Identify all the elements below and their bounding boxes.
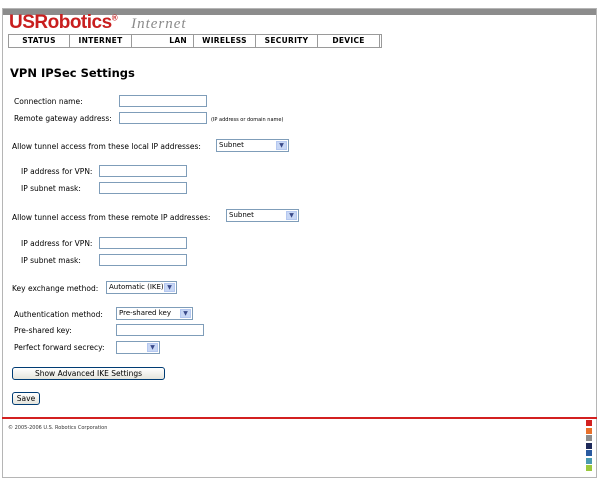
swatch: [586, 450, 592, 456]
remote-gateway-input[interactable]: [119, 112, 207, 124]
preshared-key-label: Pre-shared key:: [14, 326, 72, 335]
footer-divider: [2, 417, 597, 419]
key-exchange-select[interactable]: Automatic (IKE) ▼: [106, 281, 177, 294]
auth-method-label: Authentication method:: [14, 310, 103, 319]
swatch: [586, 442, 592, 449]
tab-internet[interactable]: INTERNET: [70, 35, 132, 47]
remote-ip-input[interactable]: [99, 237, 187, 249]
chevron-down-icon: ▼: [276, 141, 287, 150]
swatch: [586, 465, 592, 471]
connection-name-input[interactable]: [119, 95, 207, 107]
local-ip-label: IP address for VPN:: [21, 167, 93, 176]
chevron-down-icon: ▼: [180, 309, 191, 318]
tab-device[interactable]: DEVICE: [318, 35, 380, 47]
product-name: Internet: [131, 16, 187, 32]
pfs-label: Perfect forward secrecy:: [14, 343, 105, 352]
remote-mask-label: IP subnet mask:: [21, 256, 81, 265]
usrobotics-logo: USRobotics®: [9, 12, 118, 33]
remote-mask-input[interactable]: [99, 254, 187, 266]
chevron-down-icon: ▼: [286, 211, 297, 220]
tab-wireless[interactable]: WIRELESS: [194, 35, 256, 47]
main-nav: STATUS INTERNET LAN WIRELESS SECURITY DE…: [8, 34, 382, 48]
local-mask-label: IP subnet mask:: [21, 184, 81, 193]
save-button[interactable]: Save: [12, 392, 40, 405]
connection-name-label: Connection name:: [14, 97, 83, 106]
remote-ip-label: IP address for VPN:: [21, 239, 93, 248]
chevron-down-icon: ▼: [147, 343, 158, 352]
remote-gateway-label: Remote gateway address:: [14, 114, 112, 123]
preshared-key-input[interactable]: [116, 324, 204, 336]
swatch: [586, 427, 592, 434]
key-exchange-label: Key exchange method:: [12, 284, 99, 293]
swatch: [586, 435, 592, 441]
swatch: [586, 457, 592, 464]
page-title: VPN IPSec Settings: [10, 66, 135, 80]
color-swatches: [586, 420, 592, 473]
show-advanced-ike-button[interactable]: Show Advanced IKE Settings: [12, 367, 165, 380]
tab-security[interactable]: SECURITY: [256, 35, 318, 47]
tab-status[interactable]: STATUS: [8, 35, 70, 47]
tab-lan[interactable]: LAN: [132, 35, 194, 47]
remote-gateway-hint: (IP address or domain name): [211, 117, 284, 123]
local-access-label: Allow tunnel access from these local IP …: [12, 142, 201, 151]
remote-access-label: Allow tunnel access from these remote IP…: [12, 213, 211, 222]
chevron-down-icon: ▼: [164, 283, 175, 292]
nav-end: [380, 35, 382, 47]
swatch: [586, 420, 592, 426]
local-ip-input[interactable]: [99, 165, 187, 177]
auth-method-select[interactable]: Pre-shared key ▼: [116, 307, 193, 320]
copyright: © 2005-2006 U.S. Robotics Corporation: [8, 425, 108, 431]
remote-access-select[interactable]: Subnet ▼: [226, 209, 299, 222]
local-access-select[interactable]: Subnet ▼: [216, 139, 289, 152]
pfs-select[interactable]: ▼: [116, 341, 160, 354]
local-mask-input[interactable]: [99, 182, 187, 194]
